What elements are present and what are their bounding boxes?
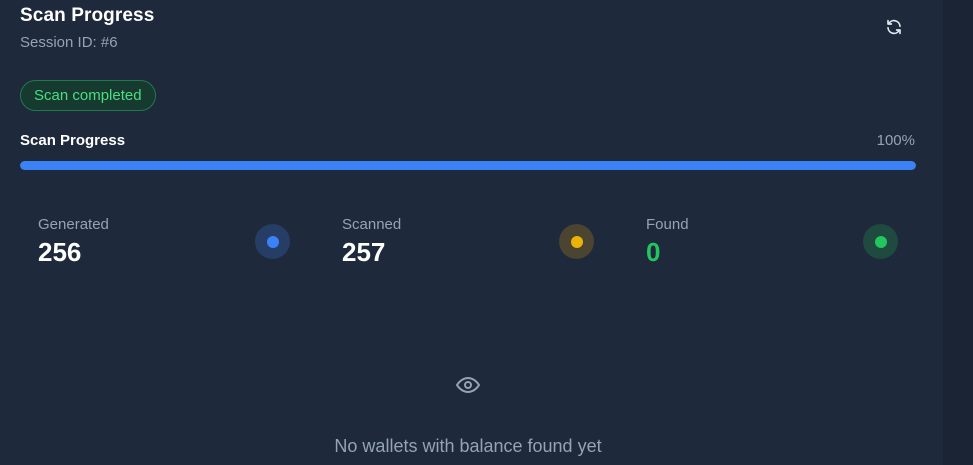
stat-generated: Generated 256 xyxy=(20,200,290,280)
progress-bar xyxy=(20,161,916,170)
progress-label: Scan Progress xyxy=(20,132,126,149)
yellow-dot-icon xyxy=(559,224,594,259)
stat-label: Generated xyxy=(38,216,109,233)
stat-value: 0 xyxy=(646,237,661,267)
session-id: Session ID: #6 xyxy=(20,34,118,51)
empty-state-message: No wallets with balance found yet xyxy=(334,436,602,456)
eye-icon xyxy=(455,373,481,397)
scrollbar-track[interactable] xyxy=(943,0,973,465)
progress-bar-fill xyxy=(20,161,916,170)
green-dot-icon xyxy=(863,224,898,259)
stat-value: 257 xyxy=(342,237,386,267)
blue-dot-icon xyxy=(255,224,290,259)
refresh-button[interactable] xyxy=(880,13,908,41)
page-title: Scan Progress xyxy=(20,5,155,26)
stat-label: Found xyxy=(646,216,689,233)
refresh-icon xyxy=(887,19,901,35)
status-badge: Scan completed xyxy=(20,80,156,111)
stat-label: Scanned xyxy=(342,216,402,233)
progress-percent: 100% xyxy=(876,132,915,149)
stat-scanned: Scanned 257 xyxy=(324,200,594,280)
stat-value: 256 xyxy=(38,237,82,267)
stat-found: Found 0 xyxy=(628,200,898,280)
scan-progress-panel: Scan Progress Session ID: #6 Scan comple… xyxy=(0,0,943,465)
